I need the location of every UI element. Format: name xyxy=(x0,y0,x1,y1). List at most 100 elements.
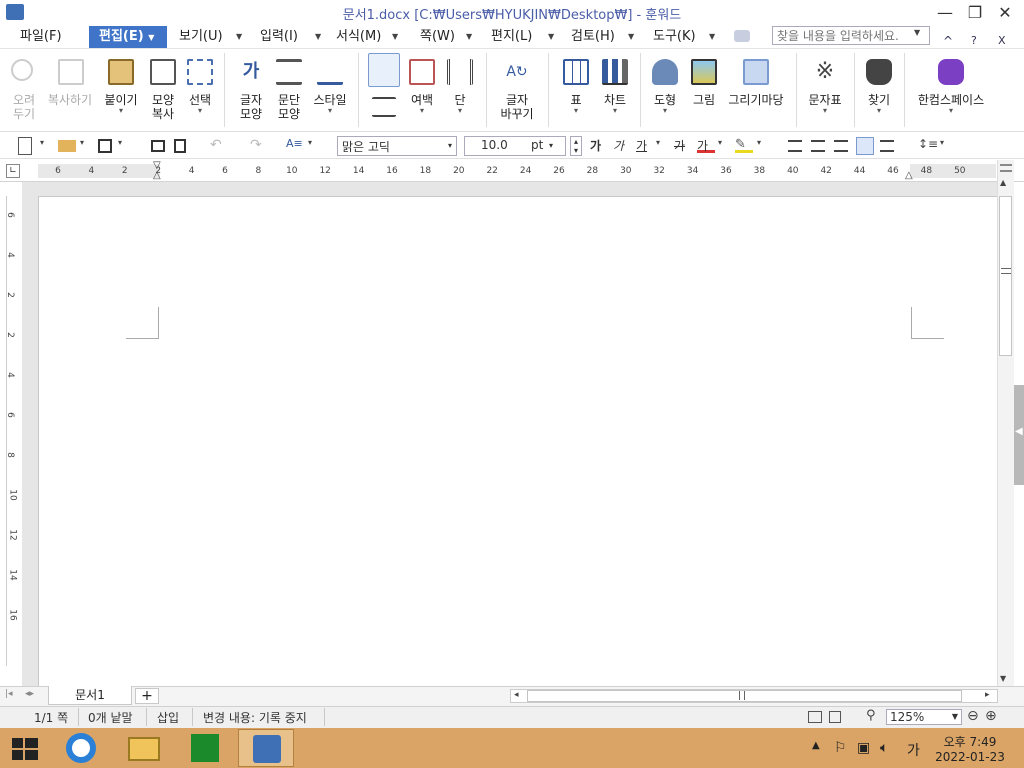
chevron-down-icon[interactable]: ▾ xyxy=(40,138,44,147)
add-tab-button[interactable]: + xyxy=(135,688,159,704)
tab-scroll-prev[interactable]: ◂▸ xyxy=(25,689,34,699)
save-icon[interactable] xyxy=(98,139,112,153)
left-indent-marker[interactable]: △ xyxy=(153,170,161,181)
chevron-down-icon[interactable]: ▼ xyxy=(392,26,398,48)
underline-button[interactable]: 가 xyxy=(636,137,654,155)
menu-view[interactable]: 보기(U) xyxy=(169,26,233,48)
table-button[interactable]: 표 ▾ xyxy=(556,49,596,132)
hancom-space-button[interactable]: 한컴스페이스 ▾ xyxy=(910,49,992,132)
picture-button[interactable]: 그림 xyxy=(686,49,722,132)
vertical-scroll-thumb[interactable] xyxy=(999,196,1012,356)
status-page[interactable]: 1/1 쪽 xyxy=(34,709,68,726)
para-shape-button[interactable]: 문단 모양 xyxy=(270,49,308,132)
network-icon[interactable]: ▣ xyxy=(857,740,870,756)
font-color-button[interactable]: 가 xyxy=(697,137,715,153)
fit-page-icon[interactable] xyxy=(829,711,841,723)
column-button[interactable]: 단 ▾ xyxy=(442,49,478,132)
margin-button[interactable]: 여백 ▾ xyxy=(404,49,440,132)
chevron-down-icon[interactable]: ▼ xyxy=(466,26,472,48)
find-button[interactable]: 찾기 ▾ xyxy=(860,49,898,132)
drawing-yard-button[interactable]: 그리기마당 xyxy=(722,49,790,132)
status-insert-mode[interactable]: 삽입 xyxy=(157,709,179,726)
highlight-pen-icon[interactable]: ✎ xyxy=(735,137,753,153)
taskbar-file-explorer[interactable] xyxy=(116,729,172,767)
print-preview-icon[interactable] xyxy=(174,139,186,153)
cut-button[interactable]: 오려 두기 xyxy=(4,49,44,132)
align-left-icon[interactable] xyxy=(788,140,802,152)
symbol-button[interactable]: ※ 문자표 ▾ xyxy=(802,49,848,132)
scroll-right-arrow[interactable]: ▸ xyxy=(985,690,990,700)
chevron-down-icon[interactable]: ▾ xyxy=(118,138,122,147)
chevron-down-icon[interactable]: ▼ xyxy=(914,28,920,37)
align-center-icon[interactable] xyxy=(811,140,825,152)
ribbon-collapse-button[interactable]: ^ xyxy=(943,34,953,48)
chevron-down-icon[interactable]: ▾ xyxy=(718,138,722,147)
chevron-down-icon[interactable]: ▼ xyxy=(315,26,321,48)
taskbar-hanword[interactable] xyxy=(238,729,294,767)
open-folder-icon[interactable] xyxy=(58,140,76,152)
horizontal-scrollbar[interactable]: ◂ ▸ xyxy=(510,689,998,703)
menu-tools[interactable]: 도구(K) xyxy=(643,26,706,48)
menu-file[interactable]: 파일(F) xyxy=(10,26,72,48)
align-right-icon[interactable] xyxy=(834,140,848,152)
scroll-down-arrow[interactable]: ▼ xyxy=(1000,674,1006,683)
align-justify-icon[interactable] xyxy=(856,137,874,155)
paste-button[interactable]: 붙이기 ▾ xyxy=(100,49,142,132)
chevron-down-icon[interactable]: ▾ xyxy=(656,138,660,147)
minimize-button[interactable]: — xyxy=(930,2,960,24)
search-input[interactable] xyxy=(772,26,930,45)
menu-edit[interactable]: 편집(E) ▼ xyxy=(89,26,167,48)
strikethrough-button[interactable]: 가 xyxy=(674,137,692,155)
style-button[interactable]: 스타일 ▾ xyxy=(308,49,352,132)
chevron-down-icon[interactable]: ▼ xyxy=(628,26,634,48)
tab-stop-selector[interactable]: ∟ xyxy=(6,164,20,178)
line-spacing-icon[interactable]: ↕≡ xyxy=(918,137,938,155)
flag-icon[interactable]: ⚐ xyxy=(834,740,847,756)
taskbar-store[interactable] xyxy=(177,729,233,767)
right-indent-marker[interactable]: △ xyxy=(905,170,913,181)
new-doc-icon[interactable] xyxy=(18,137,32,155)
zoom-select[interactable]: 125% ▼ xyxy=(886,709,962,725)
clock-time[interactable]: 오후 7:49 xyxy=(940,733,1000,750)
redo-icon[interactable]: ↷ xyxy=(250,137,268,155)
ime-indicator[interactable]: 가 xyxy=(907,740,920,760)
close-document-button[interactable]: X xyxy=(998,34,1006,47)
chevron-down-icon[interactable]: ▼ xyxy=(709,26,715,48)
page-layout-button[interactable] xyxy=(364,49,404,132)
shape-button[interactable]: 도형 ▾ xyxy=(646,49,684,132)
menu-insert[interactable]: 입력(I) xyxy=(250,26,308,48)
chevron-down-icon[interactable]: ▾ xyxy=(940,138,944,147)
char-replace-button[interactable]: A↻ 글자 바꾸기 xyxy=(494,49,540,132)
chevron-down-icon[interactable]: ▾ xyxy=(308,138,312,147)
italic-button[interactable]: 가 xyxy=(613,137,631,155)
tab-document[interactable]: 문서1 xyxy=(48,686,132,705)
chevron-down-icon[interactable]: ▾ xyxy=(80,138,84,147)
menu-format[interactable]: 서식(M) xyxy=(326,26,391,48)
align-distribute-icon[interactable] xyxy=(880,140,894,152)
bold-button[interactable]: 가 xyxy=(590,137,608,155)
document-page[interactable] xyxy=(38,196,998,686)
tray-expand-icon[interactable]: ▲ xyxy=(812,740,820,751)
font-size-input[interactable]: 10.0 pt ▾ xyxy=(464,136,566,156)
format-copy-button[interactable]: 모양 복사 xyxy=(144,49,182,132)
chevron-down-icon[interactable]: ▾ xyxy=(757,138,761,147)
clock-date[interactable]: 2022-01-23 xyxy=(930,750,1010,764)
char-shape-button[interactable]: 가 글자 모양 xyxy=(232,49,270,132)
scroll-left-arrow[interactable]: ◂ xyxy=(514,690,519,700)
chevron-down-icon[interactable]: ▼ xyxy=(236,26,242,48)
taskbar-internet-explorer[interactable] xyxy=(54,729,110,767)
speaker-icon[interactable]: 🔈︎ xyxy=(880,740,888,756)
copy-button[interactable]: 복사하기 xyxy=(44,49,96,132)
zoom-in-button[interactable]: ⊕ xyxy=(985,708,997,724)
menu-review[interactable]: 검토(H) xyxy=(561,26,625,48)
chart-button[interactable]: 차트 ▾ xyxy=(596,49,634,132)
start-button[interactable] xyxy=(0,728,50,768)
restore-button[interactable]: ❐ xyxy=(960,2,990,24)
font-size-stepper[interactable]: ▴ ▾ xyxy=(570,136,582,156)
select-button[interactable]: 선택 ▾ xyxy=(182,49,218,132)
menu-page[interactable]: 쪽(W) xyxy=(410,26,465,48)
split-handle[interactable] xyxy=(1000,164,1012,172)
undo-icon[interactable]: ↶ xyxy=(210,137,228,155)
menu-mail[interactable]: 편지(L) xyxy=(481,26,542,48)
zoom-out-button[interactable]: ⊖ xyxy=(967,708,979,724)
